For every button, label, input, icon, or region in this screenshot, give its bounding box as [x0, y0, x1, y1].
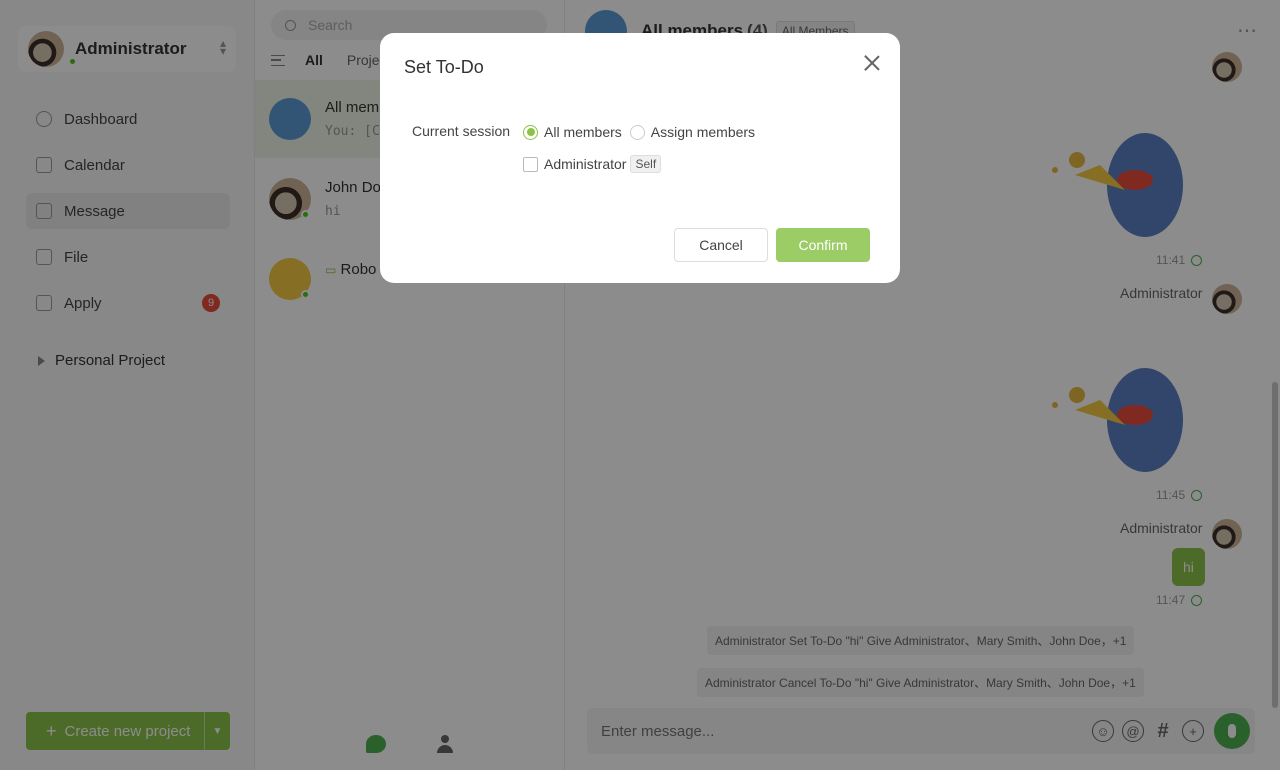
- close-icon[interactable]: [864, 55, 880, 71]
- radio-all-members[interactable]: [523, 124, 538, 140]
- member-scope-radio-group: All members Assign members: [523, 124, 763, 140]
- set-todo-dialog: Set To-Do Current session All members As…: [380, 33, 900, 283]
- self-tag: Self: [630, 155, 662, 173]
- cancel-button[interactable]: Cancel: [674, 228, 768, 262]
- radio-assign-members[interactable]: [629, 124, 645, 140]
- radio-label-assign-members[interactable]: Assign members: [651, 124, 755, 140]
- member-checkbox[interactable]: [523, 156, 538, 172]
- radio-label-all-members[interactable]: All members: [544, 124, 622, 140]
- dialog-title: Set To-Do: [404, 57, 484, 77]
- member-name[interactable]: Administrator: [544, 156, 626, 172]
- confirm-button[interactable]: Confirm: [776, 228, 870, 262]
- current-session-label: Current session: [412, 123, 511, 139]
- member-check-row: Administrator Self: [523, 155, 662, 173]
